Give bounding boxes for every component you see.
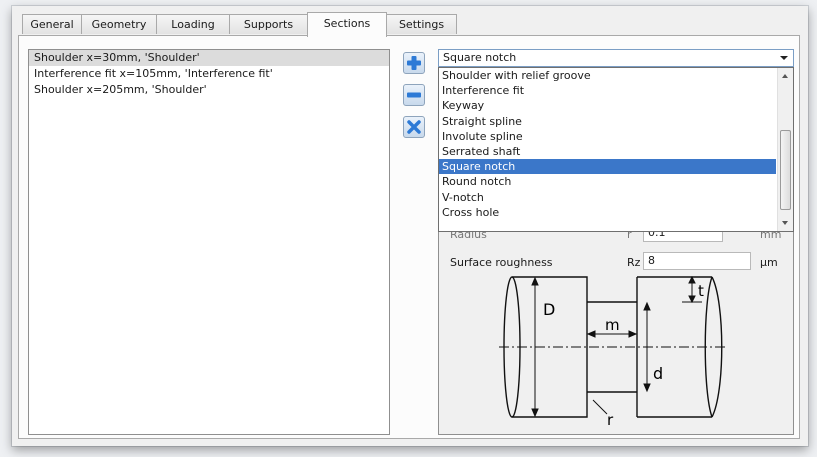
dropdown-option[interactable]: V-notch xyxy=(439,190,776,205)
dropdown-option[interactable]: Round notch xyxy=(439,174,776,189)
dropdown-option[interactable]: Involute spline xyxy=(439,129,776,144)
tab-general[interactable]: General xyxy=(22,14,82,34)
add-icon xyxy=(407,56,421,70)
notch-type-value: Square notch xyxy=(443,51,517,64)
tab-settings[interactable]: Settings xyxy=(386,14,457,34)
dropdown-option[interactable]: Serrated shaft xyxy=(439,144,776,159)
remove-icon xyxy=(407,92,421,98)
tab-loading[interactable]: Loading xyxy=(156,14,230,34)
list-item[interactable]: Shoulder x=205mm, 'Shoulder' xyxy=(29,82,389,98)
dropdown-option[interactable]: Straight spline xyxy=(439,114,776,129)
square-notch-diagram: D d m t r xyxy=(499,275,727,427)
list-item[interactable]: Shoulder x=30mm, 'Shoulder' xyxy=(29,50,389,66)
dropdown-option[interactable]: Interference fit xyxy=(439,83,776,98)
add-section-button[interactable] xyxy=(403,52,425,74)
dropdown-scrollbar[interactable] xyxy=(777,68,793,231)
list-item[interactable]: Interference fit x=105mm, 'Interference … xyxy=(29,66,389,82)
scroll-down-icon[interactable] xyxy=(778,216,793,231)
delete-all-button[interactable] xyxy=(403,116,425,138)
tab-geometry[interactable]: Geometry xyxy=(81,14,157,34)
diagram-label-D: D xyxy=(543,300,555,319)
dropdown-option[interactable]: Square notch xyxy=(439,159,776,175)
notch-type-select[interactable]: Square notch xyxy=(438,49,794,67)
dropdown-option[interactable]: Cross hole xyxy=(439,205,776,220)
dropdown-option[interactable]: Shoulder with relief groove xyxy=(439,68,776,83)
scrollbar-thumb[interactable] xyxy=(780,130,791,210)
sections-list[interactable]: Shoulder x=30mm, 'Shoulder' Interference… xyxy=(28,49,390,435)
chevron-down-icon xyxy=(780,56,788,60)
tab-supports[interactable]: Supports xyxy=(229,14,308,34)
diagram-label-t: t xyxy=(698,282,704,300)
scroll-up-icon[interactable] xyxy=(778,68,793,83)
delete-icon xyxy=(407,120,421,134)
surface-roughness-unit: µm xyxy=(760,256,778,269)
notch-type-dropdown[interactable]: Shoulder with relief groove Interference… xyxy=(438,67,794,232)
tab-sections[interactable]: Sections xyxy=(307,12,387,37)
diagram-label-m: m xyxy=(605,316,620,334)
diagram-label-d: d xyxy=(653,364,663,383)
remove-section-button[interactable] xyxy=(403,84,425,106)
dropdown-option[interactable]: Keyway xyxy=(439,98,776,113)
diagram-label-r: r xyxy=(607,411,614,427)
